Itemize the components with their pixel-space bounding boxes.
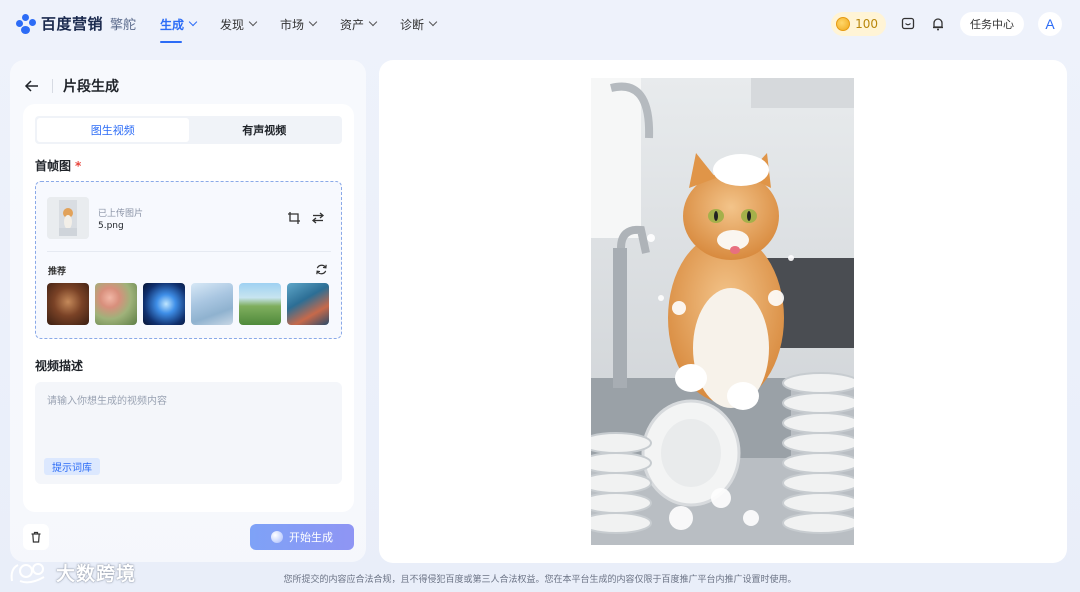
preview-image [591, 78, 854, 545]
left-panel: 片段生成 图生视频 有声视频 首帧图 * 已上传图片 5.png 推荐 视频描述… [10, 60, 366, 562]
uploaded-image-preview [47, 197, 89, 239]
header-tools: 100 任务中心 A [831, 12, 1062, 36]
nav-label: 发现 [220, 17, 245, 32]
back-arrow-icon[interactable] [24, 78, 40, 94]
first-frame-text: 首帧图 [35, 159, 72, 173]
cat-washing-dishes-image [591, 78, 854, 545]
trash-icon [31, 531, 41, 543]
tab-image-to-video[interactable]: 图生视频 [37, 118, 189, 142]
nav-label: 市场 [280, 17, 305, 32]
watermark: 大数跨境 [8, 559, 136, 586]
recommended-image[interactable] [191, 283, 233, 325]
delete-button[interactable] [23, 524, 49, 550]
coin-icon [836, 17, 851, 31]
start-generate-button[interactable]: 开始生成 [250, 524, 354, 550]
required-mark: * [75, 159, 82, 173]
message-icon[interactable] [900, 16, 916, 32]
paw-logo-icon [16, 13, 36, 34]
task-center-button[interactable]: 任务中心 [960, 12, 1024, 36]
recommended-image[interactable] [47, 283, 89, 325]
nav-label: 生成 [160, 17, 185, 32]
recommended-image[interactable] [143, 283, 185, 325]
description-placeholder: 请输入你想生成的视频内容 [47, 396, 167, 407]
upload-area[interactable]: 已上传图片 5.png 推荐 [35, 181, 342, 339]
generate-label: 开始生成 [289, 531, 333, 544]
tab-audio-video[interactable]: 有声视频 [189, 118, 341, 142]
swap-icon[interactable] [311, 211, 325, 225]
main-nav: 生成 发现 市场 资产 诊断 [160, 0, 460, 48]
chevron-down-icon [368, 17, 378, 27]
upload-filename: 5.png [98, 221, 124, 231]
recommended-image[interactable] [95, 283, 137, 325]
watermark-text: 大数跨境 [56, 563, 137, 585]
mode-tabs: 图生视频 有声视频 [35, 116, 342, 144]
upload-divider [47, 251, 331, 252]
uploaded-thumbnail[interactable] [47, 197, 89, 239]
recommend-label: 推荐 [48, 267, 67, 277]
nav-label: 资产 [340, 17, 365, 32]
brand-name: 百度营销 [41, 15, 104, 33]
brand-product: 擎舵 [110, 18, 137, 33]
sparkle-icon [271, 531, 283, 543]
page-title: 片段生成 [63, 79, 119, 95]
refresh-icon[interactable] [315, 263, 328, 276]
top-bar: 百度营销 擎舵 生成 发现 市场 资产 诊断 100 任务中心 A [0, 0, 1080, 48]
nav-assets[interactable]: 资产 [340, 0, 400, 48]
prompt-library-button[interactable]: 提示词库 [44, 458, 100, 475]
nav-market[interactable]: 市场 [280, 0, 340, 48]
recommended-images [47, 283, 329, 325]
panel-header: 片段生成 [24, 76, 119, 96]
upload-hint: 已上传图片 [98, 209, 144, 219]
chevron-down-icon [188, 17, 198, 27]
chevron-down-icon [308, 17, 318, 27]
nav-discover[interactable]: 发现 [220, 0, 280, 48]
footer-disclaimer: 您所提交的内容应合法合规，且不得侵犯百度或第三人合法权益。您在本平台生成的内容仅… [283, 575, 797, 585]
avatar[interactable]: A [1038, 12, 1062, 36]
preview-panel [379, 60, 1067, 563]
description-input[interactable]: 请输入你想生成的视频内容 提示词库 [35, 382, 342, 484]
divider [52, 79, 53, 93]
watermark-logo-icon [10, 562, 45, 583]
brand-logo[interactable]: 百度营销 擎舵 [16, 13, 136, 34]
recommended-image[interactable] [287, 283, 329, 325]
chevron-down-icon [428, 17, 438, 27]
crop-icon[interactable] [287, 211, 301, 225]
nav-generate[interactable]: 生成 [160, 0, 220, 48]
description-label: 视频描述 [35, 359, 84, 373]
nav-label: 诊断 [400, 17, 425, 32]
credits-badge[interactable]: 100 [831, 12, 886, 36]
bell-icon[interactable] [930, 16, 946, 32]
first-frame-label: 首帧图 * [35, 157, 81, 174]
recommended-image[interactable] [239, 283, 281, 325]
nav-diagnose[interactable]: 诊断 [400, 0, 460, 48]
chevron-down-icon [248, 17, 258, 27]
credits-count: 100 [855, 17, 878, 31]
form-card: 图生视频 有声视频 首帧图 * 已上传图片 5.png 推荐 视频描述 请输入你… [23, 104, 354, 512]
